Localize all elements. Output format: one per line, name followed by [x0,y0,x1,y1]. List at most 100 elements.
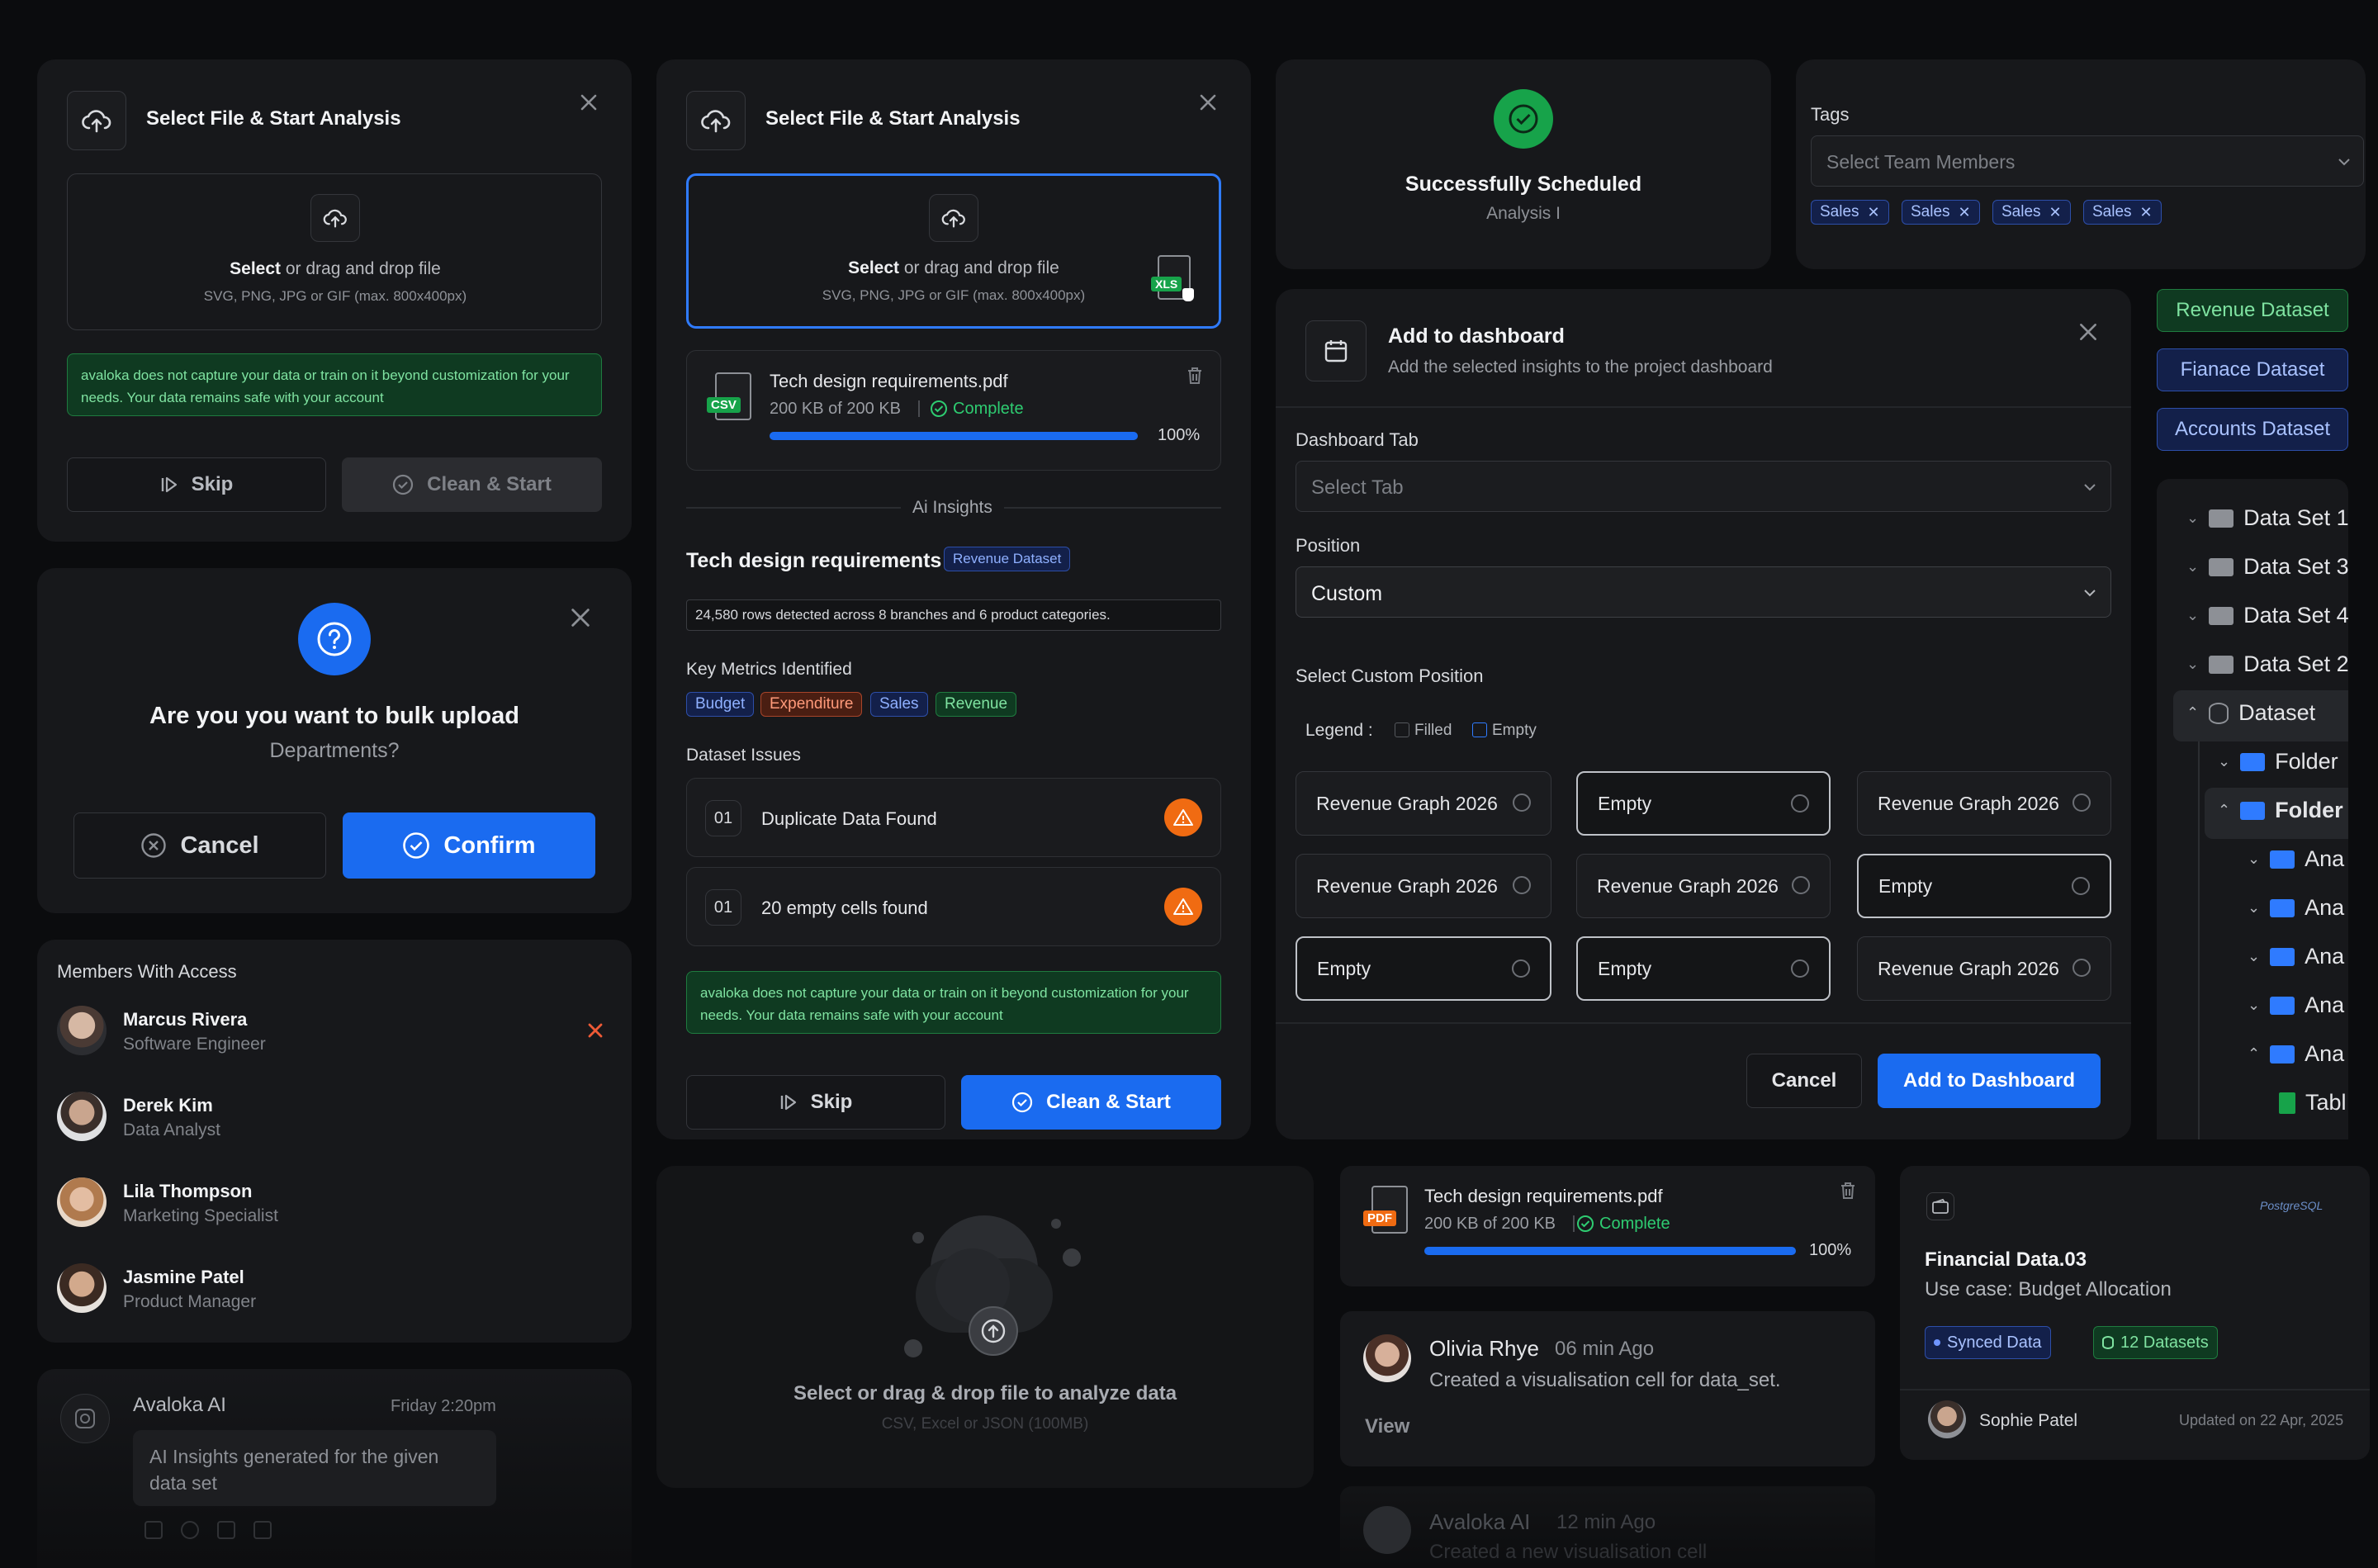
progress-track [1424,1247,1796,1255]
copy-icon[interactable] [144,1521,163,1539]
list-item[interactable]: Lila Thompson Marketing Specialist [57,1177,612,1237]
position-cell[interactable]: Revenue Graph 2026 [1296,771,1551,836]
tag-chip[interactable]: Sales ✕ [1811,200,1889,225]
tree-item[interactable]: ⌄ Data Set 3 [2186,554,2348,580]
position-cell-label: Empty [1598,957,1652,979]
tree-item[interactable]: ⌄ Ana [2248,846,2344,872]
remove-tag-icon[interactable]: ✕ [1868,204,1880,221]
file-name: Tech design requirements.pdf [1424,1186,1663,1206]
tree-item[interactable]: ⌄ Data Set 1 [2186,505,2348,531]
remove-tag-icon[interactable]: ✕ [2049,204,2062,221]
xls-file-icon: XLS [1151,255,1194,303]
formats-hint: SVG, PNG, JPG or GIF (max. 800x400px) [822,287,1086,303]
select-link[interactable]: Select [848,258,899,277]
select-link[interactable]: Select [230,259,281,278]
progress-percent: 100% [1809,1241,1852,1259]
revenue-dataset-button[interactable]: Revenue Dataset [2157,289,2348,332]
tab-select[interactable]: Select Tab [1296,461,2111,512]
issue-row[interactable]: 01 20 empty cells found [686,867,1221,946]
financial-title: Financial Data.03 [1925,1248,2087,1271]
legend-empty-swatch [1472,722,1487,737]
position-cell-label: Revenue Graph 2026 [1597,874,1779,897]
synced-badge: Synced Data [1925,1326,2051,1359]
csv-file-icon: CSV [705,372,755,424]
tree-item[interactable]: ⌄ Ana [2248,992,2344,1018]
list-item[interactable]: Derek Kim Data Analyst [57,1092,612,1151]
position-cell[interactable]: Revenue Graph 2026 [1857,936,2111,1001]
position-label: Position [1296,535,1361,556]
upload-icon-box [686,91,746,150]
close-icon[interactable] [576,89,602,116]
confirm-button[interactable]: Confirm [343,812,595,879]
issue-row[interactable]: 01 Duplicate Data Found [686,778,1221,857]
tree-label: Data Set 3 [2243,554,2348,579]
tree-label: Data Set 2 [2243,651,2348,676]
trash-icon[interactable] [1839,1181,1857,1201]
finance-dataset-button[interactable]: Fianace Dataset [2157,348,2348,391]
drop-area-active[interactable]: Select or drag and drop file SVG, PNG, J… [686,173,1221,329]
add-dashboard-dialog: Add to dashboard Add the selected insigh… [1276,289,2131,1139]
remove-icon[interactable] [582,1017,609,1044]
cancel-button[interactable]: Cancel [73,812,326,879]
position-select[interactable]: Custom [1296,566,2111,618]
tree-label: Data Set 1 [2243,505,2348,530]
remove-tag-icon[interactable]: ✕ [1959,204,1971,221]
list-item[interactable]: Jasmine Patel Product Manager [57,1263,612,1323]
tree-item[interactable]: ⌄ Data Set 4 [2186,603,2348,628]
database-icon [2209,702,2229,724]
cancel-button[interactable]: Cancel [1746,1054,1862,1108]
skip-button[interactable]: Skip [686,1075,945,1130]
clean-start-button[interactable]: Clean & Start [961,1075,1221,1130]
close-icon[interactable] [1195,89,1221,116]
tree-item[interactable]: ⌃ Ana [2248,1041,2344,1067]
remove-tag-icon[interactable]: ✕ [2140,204,2153,221]
tree-label: Ana [2305,992,2345,1017]
position-cell[interactable]: Revenue Graph 2026 [1576,854,1831,918]
team-select[interactable]: Select Team Members [1811,135,2364,187]
tree-item[interactable]: ⌃ Folder [2218,798,2343,823]
trash-icon[interactable] [1186,366,1204,386]
add-to-dashboard-button[interactable]: Add to Dashboard [1878,1054,2101,1108]
view-link[interactable]: View [1365,1415,1409,1439]
like-icon[interactable] [217,1521,235,1539]
folder-blue-icon [2270,996,2295,1015]
position-cell[interactable]: Empty [1576,771,1831,836]
tree-item[interactable]: Tabl [2279,1090,2347,1116]
privacy-notice: avaloka does not capture your data or tr… [686,971,1221,1034]
footer-divider [1900,1389,2370,1390]
tag-chip[interactable]: Sales ✕ [1902,200,1980,225]
clean-start-button[interactable]: Clean & Start [342,457,602,512]
position-cell[interactable]: Empty [1576,936,1831,1001]
accounts-dataset-button[interactable]: Accounts Dataset [2157,408,2348,451]
drop-area[interactable]: Select or drag and drop file SVG, PNG, J… [67,173,602,330]
activity-card-faded: Avaloka AI 12 min Ago Created a new visu… [1340,1486,1875,1568]
tree-item[interactable]: ⌃ Dataset [2186,700,2315,726]
position-cell[interactable]: Revenue Graph 2026 [1857,771,2111,836]
tags-label: Tags [1811,104,1850,125]
tree-item[interactable]: ⌄ Ana [2248,895,2344,921]
chevron-down-icon [2084,590,2096,597]
tree-item[interactable]: ⌄ Folder [2218,749,2338,775]
position-cell[interactable]: Empty [1296,936,1551,1001]
tree-label: Data Set 4 [2243,603,2348,628]
member-role: Software Engineer [123,1035,266,1054]
folder-gray-icon [2209,655,2234,674]
close-icon[interactable] [567,604,594,631]
tree-item[interactable]: ⌄ Ana [2248,944,2344,969]
dropzone-card[interactable]: Select or drag & drop file to analyze da… [656,1166,1314,1488]
reaction-toolbar[interactable] [144,1521,359,1542]
tag-chip-label: Sales [2092,203,2132,220]
tag-chip[interactable]: Sales ✕ [2083,200,2162,225]
list-item[interactable]: Marcus Rivera Software Engineer [57,1006,612,1065]
close-icon[interactable] [2075,319,2101,345]
tag-chip[interactable]: Sales ✕ [1992,200,2071,225]
metric-chip: Sales [870,692,928,717]
share-icon[interactable] [181,1521,199,1539]
dislike-icon[interactable] [253,1521,272,1539]
ai-avatar-icon [60,1394,110,1443]
position-cell[interactable]: Revenue Graph 2026 [1296,854,1551,918]
success-title: Successfully Scheduled [1405,173,1642,196]
position-cell[interactable]: Empty [1857,854,2111,918]
tree-item[interactable]: ⌄ Data Set 2 [2186,651,2348,677]
skip-button[interactable]: Skip [67,457,326,512]
